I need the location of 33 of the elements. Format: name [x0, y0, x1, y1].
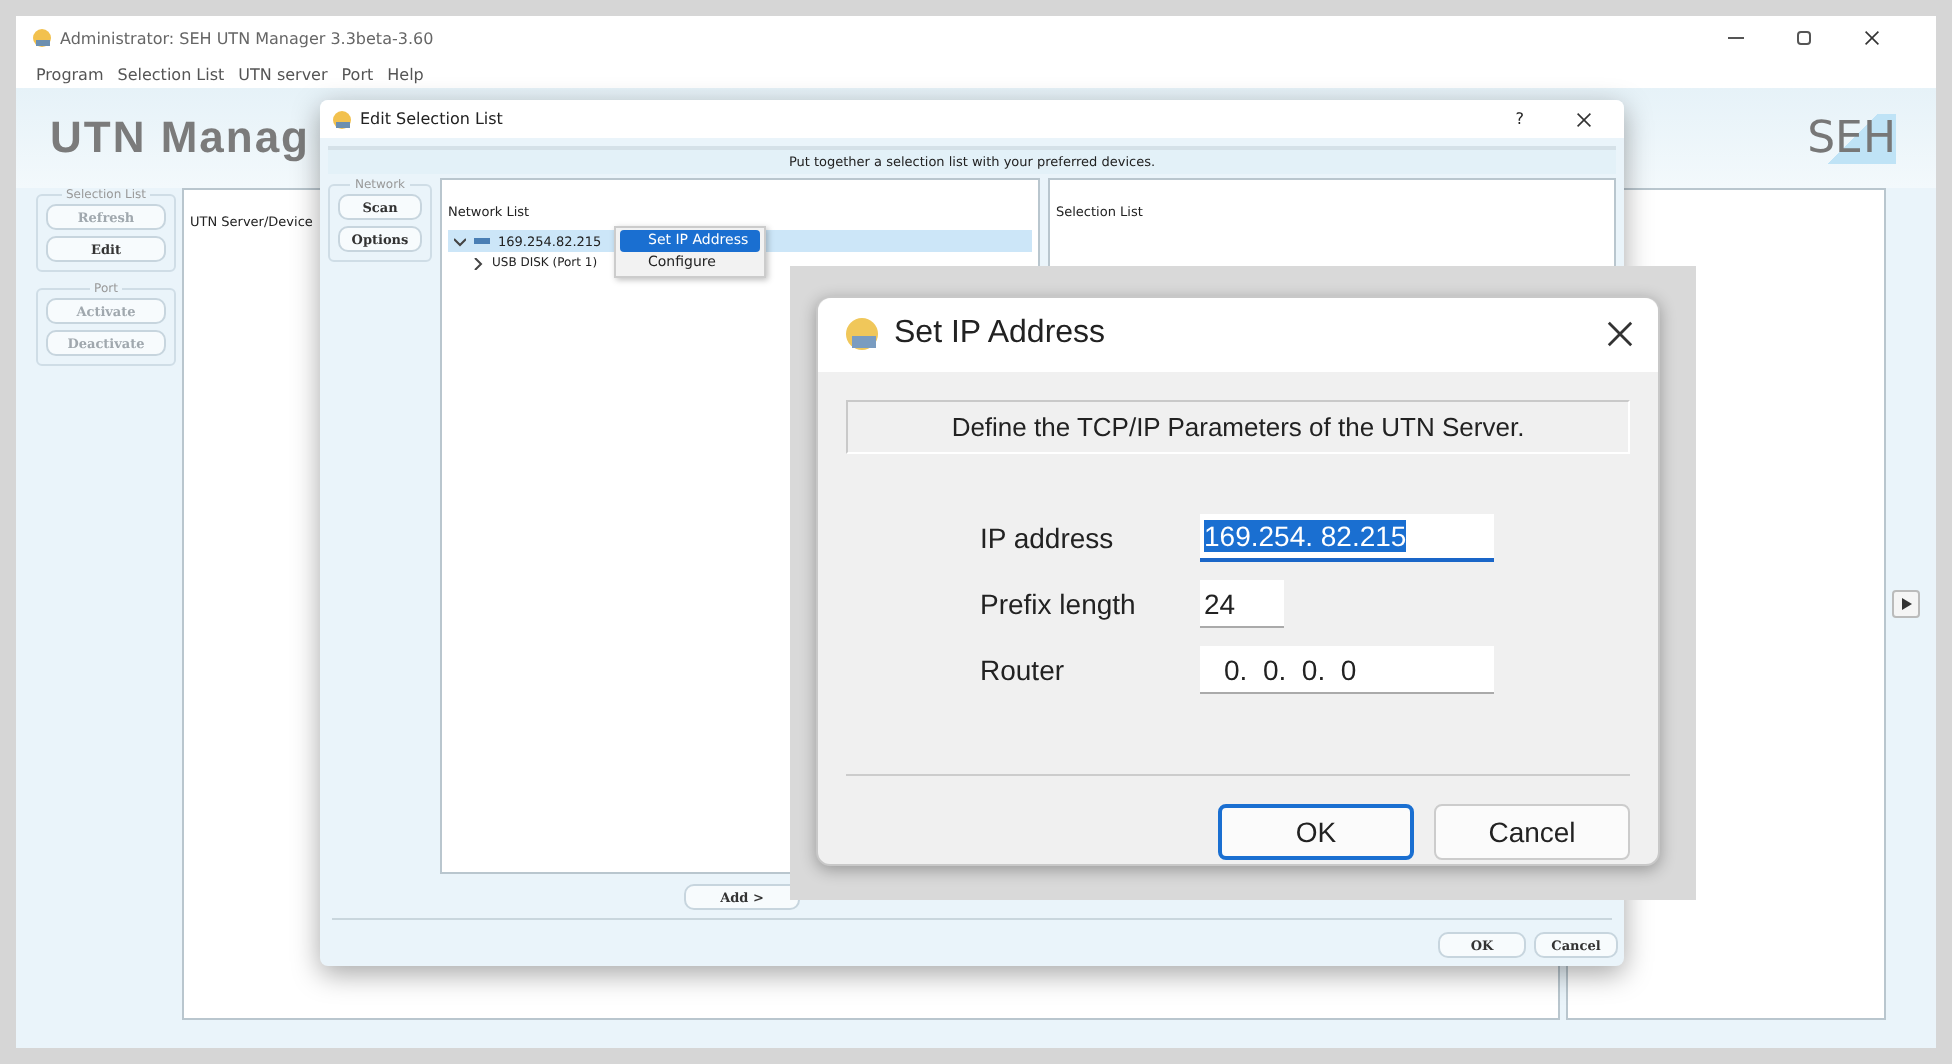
input-field[interactable]: 24 — [1200, 580, 1284, 629]
close-icon[interactable] — [1576, 111, 1592, 127]
field-label: IP address — [980, 522, 1116, 555]
input-field[interactable]: 0. 0. 0. 0 — [1200, 646, 1494, 695]
close-icon[interactable] — [1606, 320, 1634, 349]
server-icon — [474, 238, 490, 244]
logo: SEH — [1807, 113, 1896, 163]
menu-item[interactable]: Selection List — [117, 65, 225, 83]
help-button[interactable]: ? — [1515, 110, 1524, 128]
dialog-title: Set IP Address — [894, 316, 1106, 353]
selected-text: 169.254. 82.215 — [1204, 520, 1407, 553]
dialog-button[interactable]: OK — [1218, 804, 1414, 860]
expand-button[interactable] — [1892, 590, 1920, 618]
app-banner-title: UTN Manag — [50, 112, 310, 164]
menu-item[interactable]: Help — [387, 65, 424, 83]
dialog-title: Edit Selection List — [360, 110, 503, 128]
chevron-icon[interactable] — [454, 235, 466, 247]
menu-item[interactable]: Program — [36, 65, 104, 83]
app-icon — [32, 28, 52, 48]
field-label: Router — [980, 654, 1067, 687]
triangle-icon — [1901, 598, 1911, 610]
field-label: Prefix length — [980, 588, 1138, 621]
menu-item[interactable]: Port — [341, 65, 374, 83]
banner-text: Define the TCP/IP Parameters of the UTN Server. — [951, 411, 1525, 442]
network-globe-icon — [842, 314, 882, 355]
restore-icon[interactable] — [1796, 30, 1812, 46]
dialog-button[interactable]: Cancel — [1434, 804, 1630, 860]
close-icon[interactable] — [1864, 30, 1880, 46]
dialog-icon — [332, 109, 352, 129]
window-title: Administrator: SEH UTN Manager 3.3beta-3.60 — [60, 29, 434, 47]
input-field[interactable]: 169.254. 82.215 — [1200, 514, 1494, 563]
chevron-icon[interactable] — [472, 257, 484, 269]
menu-item[interactable]: UTN server — [238, 65, 328, 83]
